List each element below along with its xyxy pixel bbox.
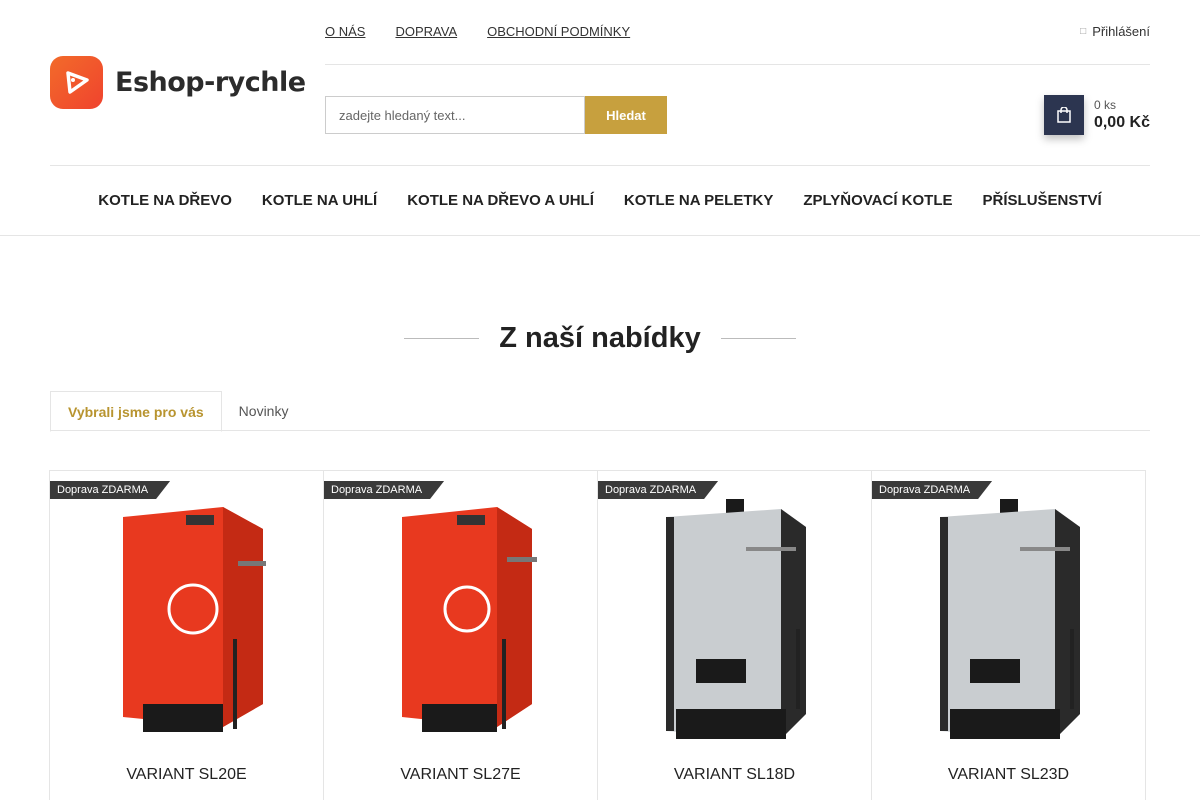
section-title: Z naší nabídky: [499, 322, 701, 354]
divider: [0, 235, 1200, 236]
boiler-image[interactable]: [98, 499, 278, 744]
login-link[interactable]: □ Přihlášení: [1080, 24, 1150, 39]
nav-item-kotle-na-drevo-a-uhli[interactable]: KOTLE NA DŘEVO A UHLÍ: [407, 192, 594, 209]
nav-item-kotle-na-peletky[interactable]: KOTLE NA PELETKY: [624, 192, 773, 209]
search-form: Hledat: [325, 96, 667, 134]
product-card[interactable]: Doprava ZDARMA VARIANT SL23D: [871, 470, 1146, 800]
product-name[interactable]: VARIANT SL27E: [324, 766, 597, 784]
login-label: Přihlášení: [1092, 24, 1150, 39]
basket-icon: [1057, 107, 1071, 123]
top-link-o-nas[interactable]: O NÁS: [325, 24, 365, 39]
product-grid: Doprava ZDARMA VARIANT SL20E Doprava ZDA…: [49, 470, 1146, 800]
user-icon: □: [1080, 26, 1087, 37]
product-card[interactable]: Doprava ZDARMA VARIANT SL18D: [597, 470, 872, 800]
boiler-image[interactable]: [372, 499, 552, 744]
free-shipping-badge: Doprava ZDARMA: [598, 481, 718, 499]
divider: [325, 64, 1150, 65]
boiler-image[interactable]: [646, 499, 826, 744]
title-line-left: [404, 338, 480, 339]
tab-novinky[interactable]: Novinky: [222, 391, 306, 431]
logo-text: Eshop-rychle: [115, 67, 306, 98]
product-card[interactable]: Doprava ZDARMA VARIANT SL20E: [49, 470, 324, 800]
product-name[interactable]: VARIANT SL20E: [50, 766, 323, 784]
top-links: O NÁS DOPRAVA OBCHODNÍ PODMÍNKY: [325, 24, 630, 39]
product-card[interactable]: Doprava ZDARMA VARIANT SL27E: [323, 470, 598, 800]
top-link-obchodni-podminky[interactable]: OBCHODNÍ PODMÍNKY: [487, 24, 630, 39]
nav-item-kotle-na-uhli[interactable]: KOTLE NA UHLÍ: [262, 192, 377, 209]
logo-icon: [50, 56, 103, 109]
free-shipping-badge: Doprava ZDARMA: [50, 481, 170, 499]
cart-summary: 0 ks 0,00 Kč: [1094, 98, 1150, 132]
logo[interactable]: Eshop-rychle: [50, 56, 306, 109]
nav-item-zplynovaci-kotle[interactable]: ZPLYŇOVACÍ KOTLE: [803, 192, 952, 209]
tab-vybrali-jsme-pro-vas[interactable]: Vybrali jsme pro vás: [50, 391, 222, 432]
free-shipping-badge: Doprava ZDARMA: [872, 481, 992, 499]
cart-price: 0,00 Kč: [1093, 114, 1150, 131]
cart-count: 0 ks: [1093, 98, 1116, 112]
cart-button[interactable]: [1043, 95, 1084, 135]
product-tabs: Vybrali jsme pro vás Novinky: [50, 391, 1150, 432]
nav-item-prislusenstvi[interactable]: PŘÍSLUŠENSTVÍ: [983, 192, 1102, 209]
product-name[interactable]: VARIANT SL18D: [598, 766, 871, 784]
nav-item-kotle-na-drevo[interactable]: KOTLE NA DŘEVO: [98, 192, 232, 209]
section-header: Z naší nabídky: [0, 322, 1200, 355]
search-input[interactable]: [325, 96, 585, 134]
title-line-right: [720, 338, 796, 339]
search-button[interactable]: Hledat: [585, 96, 667, 134]
product-name[interactable]: VARIANT SL23D: [872, 766, 1145, 784]
top-link-doprava[interactable]: DOPRAVA: [395, 24, 457, 39]
boiler-image[interactable]: [920, 499, 1100, 744]
free-shipping-badge: Doprava ZDARMA: [324, 481, 444, 499]
cart[interactable]: 0 ks 0,00 Kč: [1043, 95, 1150, 135]
main-nav: KOTLE NA DŘEVO KOTLE NA UHLÍ KOTLE NA DŘ…: [50, 166, 1150, 235]
